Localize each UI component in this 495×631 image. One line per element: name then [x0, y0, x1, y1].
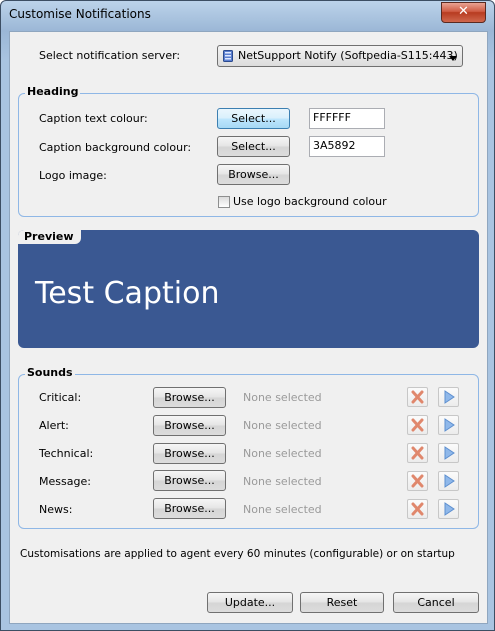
server-select-value: NetSupport Notify (Softpedia-S115:443): [238, 49, 458, 62]
remove-sound-button[interactable]: [407, 443, 428, 463]
sound-label: Message:: [39, 475, 91, 488]
sound-status: None selected: [243, 447, 322, 460]
play-icon: [444, 446, 455, 463]
preview-group-label: Preview: [24, 230, 74, 243]
sound-status: None selected: [243, 419, 322, 432]
dialog-body: Select notification server: NetSupport N…: [9, 31, 488, 624]
sound-label: News:: [39, 503, 73, 516]
sound-label: Critical:: [39, 391, 82, 404]
title-bar[interactable]: Customise Notifications ✕: [1, 1, 494, 31]
use-logo-bg-label: Use logo background colour: [233, 195, 387, 208]
preview-caption: Test Caption: [35, 276, 220, 311]
preview-panel: Preview Test Caption: [18, 230, 479, 348]
delete-icon: [411, 418, 424, 435]
sound-label: Alert:: [39, 419, 69, 432]
play-sound-button[interactable]: [438, 415, 459, 435]
logo-image-label: Logo image:: [39, 169, 107, 182]
use-logo-bg-checkbox[interactable]: [218, 196, 230, 208]
play-sound-button[interactable]: [438, 443, 459, 463]
play-sound-button[interactable]: [438, 387, 459, 407]
sound-browse-button[interactable]: Browse...: [153, 387, 226, 408]
cancel-button[interactable]: Cancel: [393, 592, 479, 613]
play-sound-button[interactable]: [438, 499, 459, 519]
heading-group-label: Heading: [25, 85, 81, 98]
play-icon: [444, 502, 455, 519]
remove-sound-button[interactable]: [407, 499, 428, 519]
remove-sound-button[interactable]: [407, 471, 428, 491]
caption-text-colour-field[interactable]: FFFFFF: [309, 108, 385, 129]
sound-status: None selected: [243, 391, 322, 404]
server-label: Select notification server:: [39, 49, 181, 62]
sound-status: None selected: [243, 503, 322, 516]
window-title: Customise Notifications: [9, 7, 151, 21]
remove-sound-button[interactable]: [407, 415, 428, 435]
chevron-down-icon: [449, 52, 457, 65]
caption-text-colour-label: Caption text colour:: [39, 112, 148, 125]
update-button[interactable]: Update...: [207, 592, 293, 613]
remove-sound-button[interactable]: [407, 387, 428, 407]
play-icon: [444, 418, 455, 435]
server-select[interactable]: NetSupport Notify (Softpedia-S115:443): [217, 45, 463, 67]
play-sound-button[interactable]: [438, 471, 459, 491]
sound-browse-button[interactable]: Browse...: [153, 443, 226, 464]
footer-note: Customisations are applied to agent ever…: [20, 548, 455, 560]
delete-icon: [411, 446, 424, 463]
delete-icon: [411, 502, 424, 519]
caption-text-colour-select-button[interactable]: Select...: [217, 108, 290, 129]
caption-bg-colour-label: Caption background colour:: [39, 141, 192, 154]
play-icon: [444, 474, 455, 491]
sound-browse-button[interactable]: Browse...: [153, 470, 226, 491]
reset-button[interactable]: Reset: [300, 592, 384, 613]
close-button[interactable]: ✕: [441, 2, 486, 23]
sound-label: Technical:: [39, 447, 94, 460]
sound-browse-button[interactable]: Browse...: [153, 498, 226, 519]
dialog-window: Customise Notifications ✕ Select notific…: [0, 0, 495, 631]
caption-bg-colour-field[interactable]: 3A5892: [309, 136, 385, 157]
play-icon: [444, 390, 455, 407]
delete-icon: [411, 390, 424, 407]
server-icon: [223, 50, 233, 62]
sounds-group-label: Sounds: [25, 366, 75, 379]
sound-status: None selected: [243, 475, 322, 488]
logo-image-browse-button[interactable]: Browse...: [217, 164, 290, 185]
sound-browse-button[interactable]: Browse...: [153, 415, 226, 436]
delete-icon: [411, 474, 424, 491]
caption-bg-colour-select-button[interactable]: Select...: [217, 136, 290, 157]
